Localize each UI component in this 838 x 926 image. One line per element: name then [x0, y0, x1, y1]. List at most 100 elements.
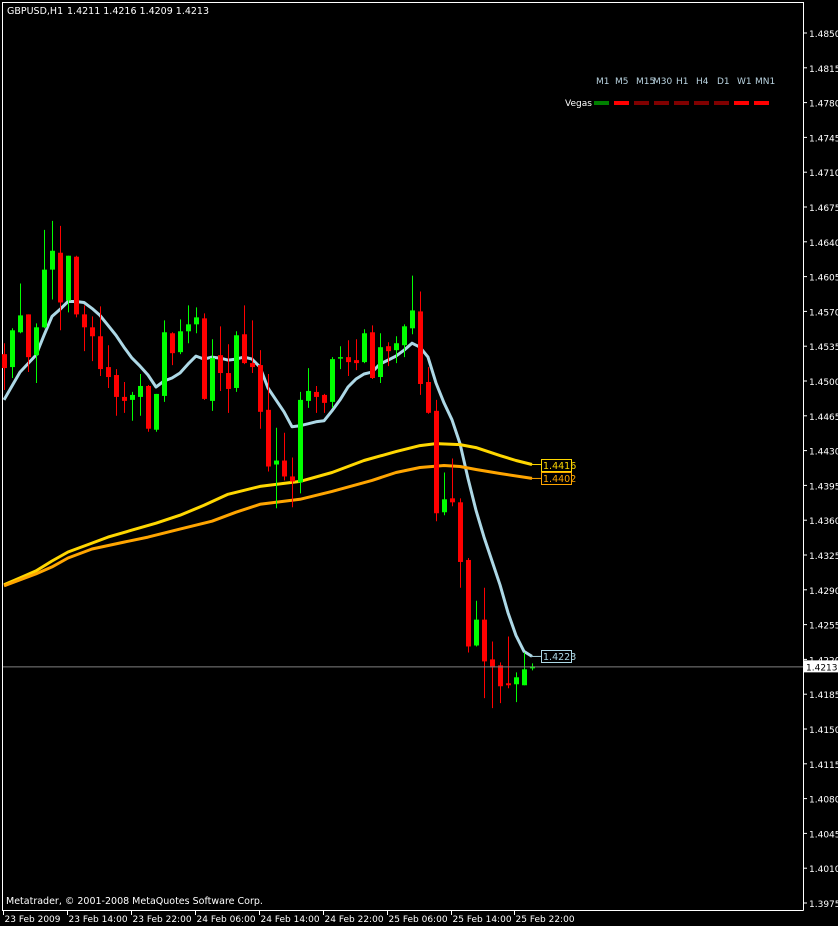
y-tick-label: 1.4290: [809, 587, 838, 597]
y-tick-label: 1.4430: [809, 448, 838, 458]
candle: [154, 393, 159, 432]
candle-body: [442, 499, 447, 513]
vegas-status-m1: [594, 101, 609, 105]
y-tick-label: 1.4115: [809, 761, 838, 771]
x-tick-label: 24 Feb 14:00: [261, 915, 320, 925]
candle-body: [226, 373, 231, 389]
candle-body: [202, 318, 207, 399]
candle-body: [522, 669, 527, 686]
chart-background: [0, 0, 838, 926]
candle-body: [274, 460, 279, 465]
candle-body: [114, 375, 119, 397]
candle: [330, 357, 335, 408]
x-tick-label: 25 Feb 22:00: [516, 915, 575, 925]
y-tick-label: 1.4850: [809, 30, 838, 40]
y-tick-label: 1.4150: [809, 726, 838, 736]
x-tick-label: 25 Feb 06:00: [389, 915, 448, 925]
candle: [234, 331, 239, 392]
candle-body: [514, 677, 519, 685]
y-tick-label: 1.3975: [809, 900, 838, 910]
candle-body: [314, 391, 319, 397]
y-tick-label: 1.4815: [809, 65, 838, 75]
candle-body: [42, 269, 47, 328]
candle-body: [130, 394, 135, 400]
candle-body: [234, 335, 239, 388]
candle-body: [210, 358, 215, 401]
candle-body: [250, 363, 255, 368]
y-tick-label: 1.4080: [809, 796, 838, 806]
x-tick-label: 23 Feb 14:00: [69, 915, 128, 925]
candle-body: [50, 250, 55, 270]
candle-body: [146, 385, 151, 429]
candle-body: [154, 393, 159, 430]
vegas-timeframe-label: H1: [676, 77, 689, 87]
vegas-timeframe-label: M5: [615, 77, 629, 87]
candle-body: [82, 314, 87, 328]
candle-body: [466, 559, 471, 647]
candle-body: [66, 255, 71, 301]
x-tick-label: 24 Feb 22:00: [325, 915, 384, 925]
candle-body: [34, 327, 39, 356]
candle-body: [106, 367, 111, 378]
y-tick-label: 1.4780: [809, 100, 838, 110]
candle-body: [18, 315, 23, 333]
candle: [370, 325, 375, 380]
candle-body: [418, 311, 423, 384]
vegas-status-d1: [714, 101, 729, 105]
candle-body: [490, 659, 495, 668]
candle-body: [10, 330, 15, 368]
candle-body: [322, 394, 327, 403]
price-chart[interactable]: 1.4850 1.4815 1.4780 1.4745 1.4710 1.4675 1.46…: [0, 0, 838, 926]
vegas-timeframe-label: MN1: [755, 77, 775, 87]
x-tick-label: 24 Feb 06:00: [197, 915, 256, 925]
candle-body: [378, 347, 383, 378]
candle-body: [338, 357, 343, 359]
vegas-status-mn1: [754, 101, 769, 105]
candle-body: [266, 409, 271, 467]
x-tick-label: 23 Feb 2009: [5, 915, 61, 925]
candle-body: [162, 332, 167, 396]
candle-body: [458, 502, 463, 562]
y-tick-label: 1.4570: [809, 308, 838, 318]
candle-body: [74, 256, 79, 315]
vegas-timeframe-label: M1: [596, 77, 610, 87]
vegas-status-w1: [734, 101, 749, 105]
candle: [146, 384, 151, 432]
candle-body: [178, 331, 183, 353]
y-tick-label: 1.4675: [809, 204, 838, 214]
candle-body: [410, 310, 415, 329]
candle: [74, 255, 79, 318]
candle: [202, 313, 207, 400]
candle: [434, 399, 439, 522]
y-tick-label: 1.4255: [809, 622, 838, 632]
candle-body: [186, 324, 191, 332]
candle-body: [394, 343, 399, 351]
candle: [298, 391, 303, 494]
copyright: Metatrader, © 2001-2008 MetaQuotes Softw…: [6, 896, 263, 907]
line-value-label: 1.4416: [543, 461, 576, 472]
y-tick-label: 1.4045: [809, 830, 838, 840]
vegas-timeframe-label: D1: [717, 77, 730, 87]
y-tick-label: 1.4185: [809, 691, 838, 701]
vegas-timeframe-label: M30: [653, 77, 672, 87]
candle-body: [194, 317, 199, 325]
vegas-timeframe-label: H4: [696, 77, 709, 87]
candle-body: [450, 498, 455, 503]
ohlc-values: 1.4211 1.4216 1.4209 1.4213: [67, 6, 209, 17]
y-tick-label: 1.4640: [809, 239, 838, 249]
candle-body: [2, 354, 7, 369]
y-tick-label: 1.4395: [809, 482, 838, 492]
line-value-label: 1.4402: [543, 474, 576, 485]
candle: [162, 320, 167, 402]
candle-body: [138, 385, 143, 397]
candle-body: [90, 327, 95, 337]
y-tick-label: 1.4710: [809, 169, 838, 179]
candle-body: [98, 336, 103, 370]
candle-body: [354, 360, 359, 364]
candle-body: [58, 252, 63, 303]
candle-body: [434, 410, 439, 514]
y-tick-label: 1.4360: [809, 517, 838, 527]
candle-body: [170, 333, 175, 354]
y-tick-label: 1.4535: [809, 343, 838, 353]
candle-body: [258, 365, 263, 412]
